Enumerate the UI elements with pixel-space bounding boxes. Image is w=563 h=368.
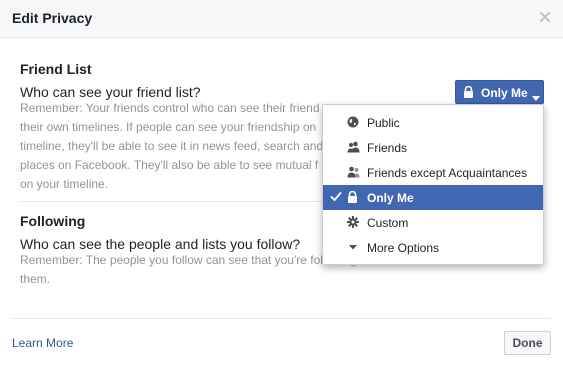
privacy-selector-label: Only Me	[481, 86, 528, 100]
menu-item-label: Public	[367, 116, 400, 130]
dialog-title: Edit Privacy	[12, 10, 93, 26]
menu-item-custom[interactable]: Custom	[323, 210, 543, 235]
friend-list-remember: Remember: Your friends control who can s…	[20, 99, 360, 194]
following-question: Who can see the people and lists you fol…	[20, 236, 301, 252]
friends-icon	[347, 141, 360, 153]
caret-down-icon	[532, 90, 540, 104]
following-remember-line: them.	[20, 272, 51, 286]
checkmark-icon	[330, 191, 342, 205]
menu-item-label: Custom	[367, 216, 409, 230]
following-remember-line: Remember: The people you follow can see …	[20, 253, 357, 267]
friend-list-remember-line: places on Facebook. They'll also be able…	[20, 158, 319, 172]
friend-list-remember-line: their own timelines. If people can see y…	[20, 120, 317, 134]
done-button[interactable]: Done	[504, 331, 551, 355]
friend-list-remember-line: on your timeline.	[20, 177, 109, 191]
lock-icon	[347, 190, 359, 203]
edit-privacy-dialog: Edit Privacy Friend List Who can see you…	[0, 0, 563, 368]
following-remember: Remember: The people you follow can see …	[20, 251, 366, 289]
learn-more-link[interactable]: Learn More	[12, 336, 73, 350]
following-title: Following	[20, 213, 86, 229]
menu-item-label: More Options	[367, 241, 440, 255]
menu-item-public[interactable]: Public	[323, 110, 543, 135]
globe-icon	[347, 116, 359, 128]
footer-divider	[12, 318, 551, 319]
gear-icon	[347, 216, 359, 228]
privacy-selector-button[interactable]: Only Me	[455, 80, 544, 104]
menu-item-friends-except-acquaintances[interactable]: Friends except Acquaintances	[323, 160, 543, 185]
menu-item-label: Friends	[367, 141, 408, 155]
close-icon[interactable]	[538, 10, 552, 24]
menu-item-label: Only Me	[367, 191, 414, 205]
friend-list-remember-line: Remember: Your friends control who can s…	[20, 101, 320, 115]
friends-except-icon	[347, 166, 360, 178]
friend-list-question: Who can see your friend list?	[20, 84, 201, 100]
section-divider	[20, 201, 367, 202]
privacy-dropdown-menu: Public Friends Friends except Acquaintan…	[322, 104, 544, 265]
friend-list-remember-line: timeline, they'll be able to see it in n…	[20, 139, 324, 153]
menu-item-only-me[interactable]: Only Me	[323, 185, 543, 210]
friend-list-title: Friend List	[20, 61, 92, 77]
menu-item-friends[interactable]: Friends	[323, 135, 543, 160]
caret-down-icon	[347, 241, 359, 253]
menu-item-label: Friends except Acquaintances	[367, 166, 528, 180]
dialog-header: Edit Privacy	[0, 0, 563, 38]
lock-icon	[463, 85, 474, 101]
menu-item-more-options[interactable]: More Options	[323, 235, 543, 260]
